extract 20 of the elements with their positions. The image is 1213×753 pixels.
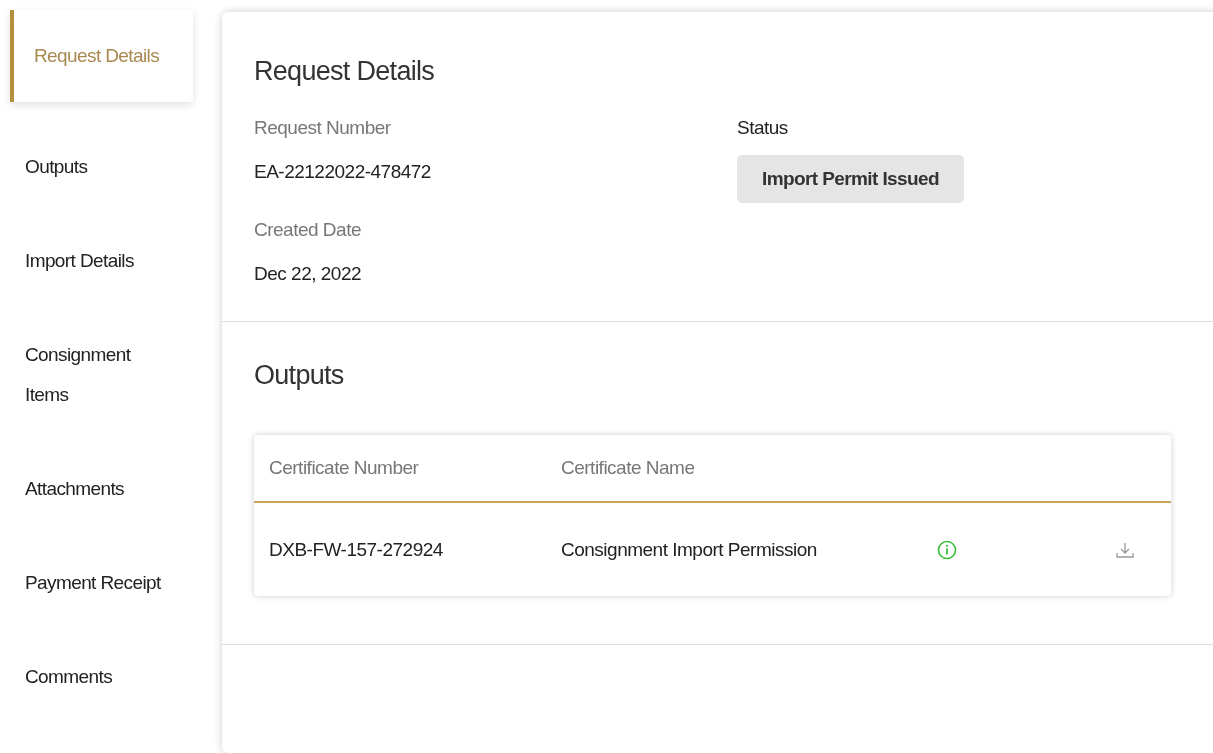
table-cell-text: Consignment Import Permission <box>561 538 818 561</box>
column-header: Certificate Name <box>561 457 696 479</box>
section-title: Outputs <box>254 360 345 391</box>
sidebar-item[interactable]: Comments <box>0 657 175 697</box>
status-badge: Import Permit Issued <box>737 155 964 203</box>
sidebar-item[interactable]: Payment Receipt <box>0 563 175 603</box>
field-label: Request Number <box>254 117 392 139</box>
sidebar-item[interactable]: Outputs <box>0 147 175 187</box>
field-value: Dec 22, 2022 <box>254 263 363 285</box>
column-header: Certificate Number <box>268 457 420 479</box>
sidebar-item[interactable]: Import Details <box>0 241 175 281</box>
field-value: EA-22122022-478472 <box>254 161 432 183</box>
field-label: Status <box>737 117 789 139</box>
field-label: Created Date <box>254 219 362 241</box>
download-icon[interactable] <box>1115 540 1135 559</box>
section-title: Request Details <box>254 56 436 87</box>
info-icon[interactable] <box>937 539 957 560</box>
table-cell-text: DXB-FW-157-272924 <box>268 538 444 561</box>
sidebar-item[interactable]: Attachments <box>0 469 175 509</box>
sidebar-item[interactable]: Consignment Items <box>0 335 175 415</box>
